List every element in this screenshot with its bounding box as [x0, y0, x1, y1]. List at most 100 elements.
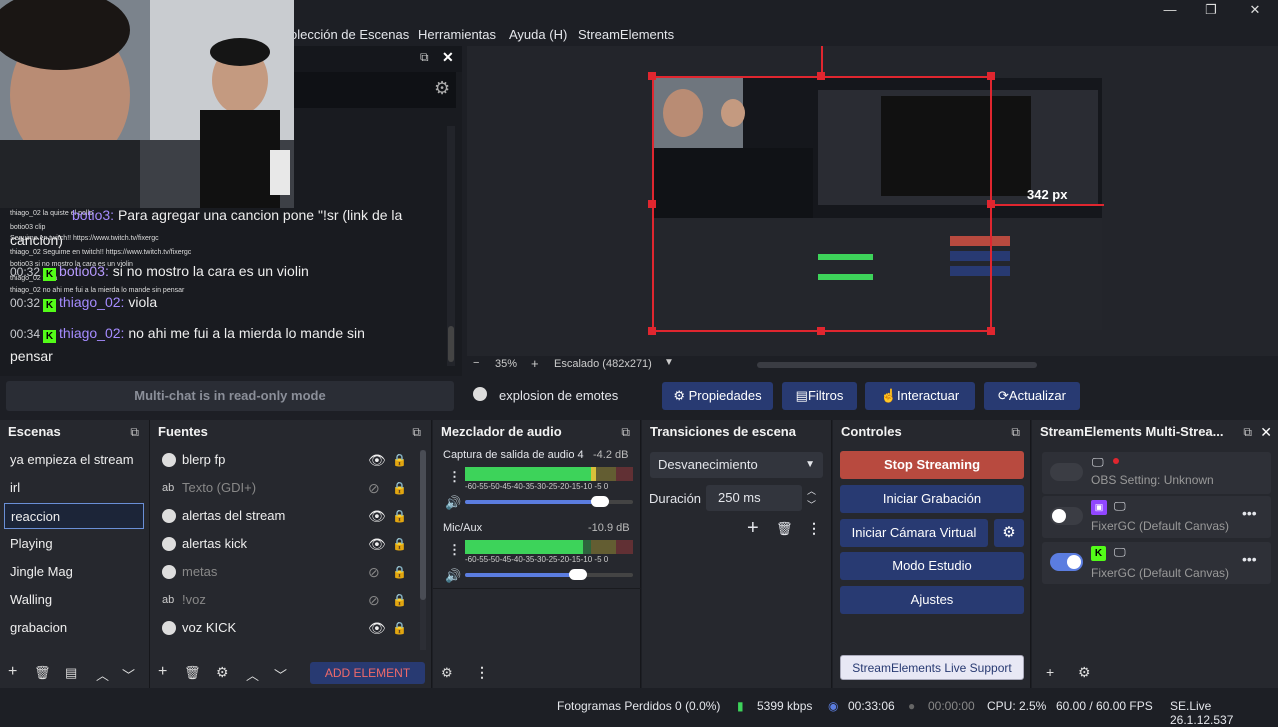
source-item[interactable]: alertas del stream 👁 🔒: [158, 502, 428, 530]
gear-icon[interactable]: ⚙: [1078, 664, 1091, 681]
duration-input[interactable]: 250 ms: [706, 485, 802, 511]
source-item[interactable]: voz KICK 👁 🔒: [158, 614, 428, 642]
lock-icon[interactable]: 🔒: [392, 474, 407, 502]
lock-icon[interactable]: 🔒: [392, 446, 407, 474]
maximize-button[interactable]: ❐: [1191, 0, 1231, 22]
spin-down-icon[interactable]: ﹀: [807, 498, 816, 511]
minimize-button[interactable]: —: [1150, 0, 1190, 22]
add-element-button[interactable]: ADD ELEMENT: [310, 662, 425, 684]
resize-handle[interactable]: [817, 327, 825, 335]
more-icon[interactable]: •••: [1242, 505, 1257, 521]
menu-scene-collection[interactable]: olección de Escenas: [290, 27, 409, 42]
transition-select[interactable]: Desvanecimiento ▼: [650, 452, 823, 478]
menu-streamelements[interactable]: StreamElements: [578, 27, 674, 42]
start-virtual-camera-button[interactable]: Iniciar Cámara Virtual: [840, 519, 988, 547]
eye-icon[interactable]: 👁: [368, 530, 386, 558]
resize-handle[interactable]: [987, 72, 995, 80]
add-icon[interactable]: +: [8, 663, 17, 681]
eye-hidden-icon[interactable]: ⊘: [368, 586, 380, 614]
selection-box[interactable]: [652, 76, 992, 332]
refresh-button[interactable]: ⟳Actualizar: [984, 382, 1080, 410]
eye-icon[interactable]: 👁: [368, 614, 386, 642]
trash-icon[interactable]: 🗑: [184, 665, 201, 681]
studio-mode-button[interactable]: Modo Estudio: [840, 552, 1024, 580]
eye-icon[interactable]: 👁: [368, 502, 386, 530]
eye-hidden-icon[interactable]: ⊘: [368, 474, 380, 502]
source-item[interactable]: metas ⊘ 🔒: [158, 558, 428, 586]
popout-icon[interactable]: ⧉: [621, 420, 630, 444]
volume-slider[interactable]: [465, 496, 633, 507]
gear-icon[interactable]: ⚙: [441, 665, 453, 681]
add-icon[interactable]: +: [1046, 664, 1054, 680]
scene-item[interactable]: grabacion: [4, 615, 144, 641]
scene-item-selected[interactable]: reaccion: [4, 503, 144, 529]
interact-button[interactable]: ☝Interactuar: [865, 382, 975, 410]
spin-up-icon[interactable]: ︿: [807, 484, 816, 497]
zoom-out-button[interactable]: −: [473, 357, 479, 369]
properties-button[interactable]: ⚙ Propiedades: [662, 382, 773, 410]
menu-help[interactable]: Ayuda (H): [509, 27, 567, 42]
add-icon[interactable]: +: [747, 517, 759, 540]
source-item[interactable]: ab !voz ⊘ 🔒: [158, 586, 428, 614]
settings-button[interactable]: Ajustes: [840, 586, 1024, 614]
filters-button[interactable]: ▤Filtros: [782, 382, 857, 410]
close-icon[interactable]: ✕: [1260, 420, 1272, 444]
add-icon[interactable]: +: [158, 663, 167, 681]
lock-icon[interactable]: 🔒: [392, 614, 407, 642]
resize-handle[interactable]: [987, 327, 995, 335]
source-item[interactable]: ab Texto (GDI+) ⊘ 🔒: [158, 474, 428, 502]
eye-icon[interactable]: 👁: [368, 446, 386, 474]
resize-handle[interactable]: [648, 327, 656, 335]
toggle-switch[interactable]: [1050, 463, 1083, 481]
popout-icon[interactable]: ⧉: [1243, 420, 1252, 444]
trash-icon[interactable]: 🗑: [34, 665, 51, 681]
lock-icon[interactable]: 🔒: [392, 502, 407, 530]
resize-handle[interactable]: [648, 72, 656, 80]
menu-icon[interactable]: ⋮: [807, 520, 821, 537]
volume-slider[interactable]: [465, 569, 633, 580]
menu-tools[interactable]: Herramientas: [418, 27, 496, 42]
chat-scrollbar[interactable]: [447, 126, 455, 366]
resize-handle[interactable]: [648, 200, 656, 208]
eye-hidden-icon[interactable]: ⊘: [368, 558, 380, 586]
more-icon[interactable]: •••: [1242, 551, 1257, 567]
source-item[interactable]: blerp fp 👁 🔒: [158, 446, 428, 474]
scene-item[interactable]: Playing: [4, 531, 144, 557]
scene-item[interactable]: Walling: [4, 587, 144, 613]
scene-item[interactable]: irl: [4, 475, 144, 501]
scene-item[interactable]: ya empieza el stream: [4, 447, 144, 473]
gear-icon[interactable]: ⚙: [434, 78, 450, 99]
move-down-icon[interactable]: ﹀: [122, 665, 135, 684]
close-window-button[interactable]: ✕: [1235, 0, 1275, 22]
lock-icon[interactable]: 🔒: [392, 558, 407, 586]
live-support-button[interactable]: StreamElements Live Support: [840, 655, 1024, 680]
speaker-icon[interactable]: 🔊: [445, 495, 461, 511]
move-down-icon[interactable]: ﹀: [274, 665, 287, 684]
popout-icon[interactable]: ⧉: [130, 420, 139, 444]
trash-icon[interactable]: 🗑: [776, 521, 793, 537]
speaker-icon[interactable]: 🔊: [445, 568, 461, 584]
move-up-icon[interactable]: ︿: [96, 665, 109, 684]
close-icon[interactable]: ✕: [442, 49, 454, 66]
lock-icon[interactable]: 🔒: [392, 586, 407, 614]
filter-icon[interactable]: ▤: [65, 665, 77, 681]
popout-icon[interactable]: ⧉: [420, 50, 429, 65]
zoom-in-button[interactable]: +: [531, 356, 539, 371]
start-recording-button[interactable]: Iniciar Grabación: [840, 485, 1024, 513]
popout-icon[interactable]: ⧉: [412, 420, 421, 444]
popout-icon[interactable]: ⧉: [1011, 420, 1020, 444]
lock-icon[interactable]: 🔒: [392, 530, 407, 558]
move-up-icon[interactable]: ︿: [246, 665, 259, 684]
resize-handle[interactable]: [817, 72, 825, 80]
source-item[interactable]: alertas kick 👁 🔒: [158, 530, 428, 558]
toggle-switch[interactable]: [1050, 507, 1083, 525]
track-menu-icon[interactable]: ⋮: [448, 469, 461, 485]
menu-icon[interactable]: ⋮: [475, 664, 489, 681]
chevron-down-icon[interactable]: ▼: [664, 357, 674, 368]
toggle-switch[interactable]: [1050, 553, 1083, 571]
track-menu-icon[interactable]: ⋮: [448, 542, 461, 558]
scene-item[interactable]: Jingle Mag: [4, 559, 144, 585]
stop-streaming-button[interactable]: Stop Streaming: [840, 451, 1024, 479]
horizontal-scrollbar[interactable]: [757, 362, 1037, 368]
virtual-camera-settings-gear-icon[interactable]: ⚙: [994, 519, 1024, 547]
